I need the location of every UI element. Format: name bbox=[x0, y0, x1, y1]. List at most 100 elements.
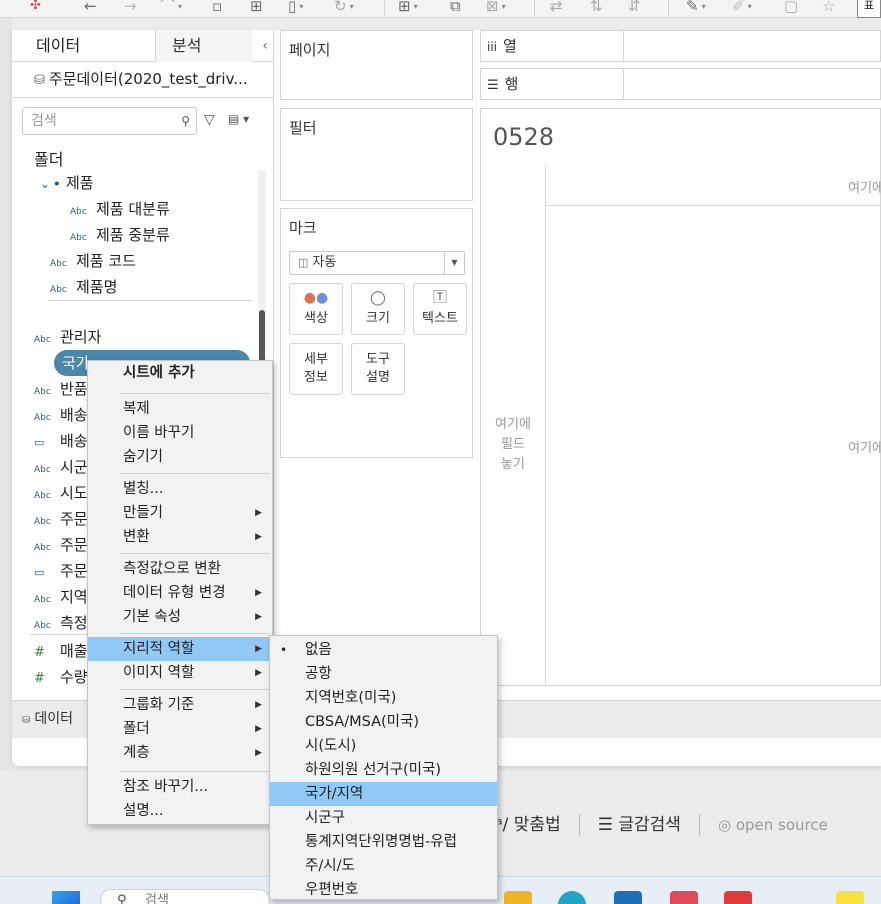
windows-start-icon[interactable] bbox=[52, 891, 80, 904]
field-item[interactable]: # 수량 bbox=[34, 666, 88, 688]
context-menu-item[interactable]: 이미지 역할 ▶ bbox=[88, 661, 272, 685]
field-item[interactable]: Abc 제품 중분류 bbox=[70, 224, 170, 246]
context-menu-item[interactable]: 만들기 ▶ bbox=[88, 501, 272, 525]
new-sheet-icon[interactable]: ▯ ▾ bbox=[288, 0, 303, 17]
refresh-icon[interactable]: ↻ ▾ bbox=[334, 0, 354, 17]
view-options-icon[interactable]: ▤ ▾ bbox=[228, 112, 249, 126]
collapse-pane-icon[interactable]: ‹ bbox=[262, 30, 268, 62]
geographic-role-option[interactable]: 하원의원 선거구(미국) bbox=[270, 758, 497, 782]
geographic-role-option[interactable]: 우편번호 bbox=[270, 878, 497, 902]
geographic-role-option[interactable]: 통계지역단위명명법-유럽 bbox=[270, 830, 497, 854]
detail-mark-button[interactable]: 세부 정보 bbox=[289, 343, 343, 395]
geographic-role-option[interactable]: 지역번호(미국) bbox=[270, 686, 497, 710]
file-explorer-icon[interactable] bbox=[504, 891, 532, 904]
mark-type-dropdown[interactable]: ◫ 자동 ▼ bbox=[289, 251, 465, 275]
context-menu-item[interactable]: 기본 속성 ▶ bbox=[88, 605, 272, 629]
datasource-item[interactable]: ⛁ 주문데이터(2020_test_driv... bbox=[34, 68, 248, 89]
opensource-button[interactable]: ◎ open source bbox=[718, 816, 828, 834]
tableau-logo-icon[interactable]: ✣ bbox=[30, 0, 41, 16]
field-item[interactable]: Abc 측정 bbox=[34, 612, 88, 634]
undo-icon[interactable]: ⌒ ▾ bbox=[160, 0, 182, 17]
geographic-role-option[interactable]: 국가/지역 bbox=[270, 782, 497, 806]
sheet-title[interactable]: 0528 bbox=[493, 123, 554, 151]
pages-shelf[interactable]: 페이지 bbox=[280, 30, 473, 100]
sort-asc-icon[interactable]: ⇅ bbox=[590, 0, 603, 16]
duplicate-icon[interactable]: ⧉ bbox=[450, 0, 461, 16]
field-search-input[interactable]: 검색 ⚲ bbox=[22, 107, 197, 135]
chevron-down-icon: ▼ bbox=[444, 252, 464, 274]
back-icon[interactable]: ← bbox=[84, 0, 97, 16]
edge-browser-icon[interactable] bbox=[558, 891, 586, 904]
tab-data[interactable]: 데이터 bbox=[12, 30, 156, 62]
context-menu-item[interactable]: 복제 bbox=[88, 397, 272, 421]
context-menu-item[interactable]: 숨기기 bbox=[88, 445, 272, 469]
context-menu-item[interactable]: 참조 바꾸기... bbox=[88, 775, 272, 799]
annotate-icon[interactable]: ▢ bbox=[784, 0, 798, 16]
field-item[interactable]: ▭ 배송 bbox=[34, 430, 88, 452]
geographic-role-option[interactable]: 주/시/도 bbox=[270, 854, 497, 878]
taskbar-search-input[interactable]: ⚲ 검색 bbox=[100, 889, 270, 904]
tab-analysis[interactable]: 분석 bbox=[156, 30, 252, 62]
field-item[interactable]: Abc 제품 코드 bbox=[50, 250, 136, 272]
sort-desc-icon[interactable]: ⇵ bbox=[628, 0, 641, 16]
geographic-role-option[interactable]: 시군구 bbox=[270, 806, 497, 830]
worksheet-view[interactable]: 0528 여기에 여기에 여기에 필드 놓기 bbox=[480, 108, 881, 686]
show-me-button[interactable]: 표 bbox=[857, 0, 881, 18]
field-item[interactable]: Abc 지역 bbox=[34, 586, 88, 608]
geographic-role-option[interactable]: 시(도시) bbox=[270, 734, 497, 758]
filters-shelf[interactable]: 필터 bbox=[280, 108, 473, 201]
pen-icon[interactable]: ✐ ▾ bbox=[732, 0, 752, 17]
field-item[interactable]: Abc 시군 bbox=[34, 456, 88, 478]
drop-field-hint-body: 여기에 bbox=[848, 441, 881, 456]
kakaotalk-icon[interactable] bbox=[836, 891, 864, 904]
submenu-arrow-icon: ▶ bbox=[255, 700, 262, 710]
context-menu-item[interactable]: 별칭... bbox=[88, 477, 272, 501]
size-mark-button[interactable]: ◯ 크기 bbox=[351, 283, 405, 335]
field-item[interactable]: Abc 주문 bbox=[34, 508, 88, 530]
highlight-icon[interactable]: ✎ ▾ bbox=[686, 0, 706, 17]
field-item[interactable]: Abc 배송 bbox=[34, 404, 88, 426]
context-menu-item[interactable]: 변환 ▶ bbox=[88, 525, 272, 549]
forward-icon[interactable]: → bbox=[124, 0, 137, 16]
field-item[interactable]: Abc 반품 bbox=[34, 378, 88, 400]
save-icon[interactable]: ▫ bbox=[212, 0, 222, 16]
rows-shelf[interactable]: ☰ 행 bbox=[480, 68, 881, 100]
geographic-role-option[interactable]: 공항 bbox=[270, 662, 497, 686]
context-menu-item[interactable]: 지리적 역할 ▶ bbox=[88, 637, 272, 661]
add-datasource-icon[interactable]: ⊞ bbox=[250, 0, 263, 16]
field-item[interactable]: Abc 관리자 bbox=[34, 326, 101, 348]
store-icon[interactable] bbox=[614, 891, 642, 904]
pin-icon[interactable]: ☆ bbox=[822, 0, 835, 16]
color-mark-button[interactable]: ●● 색상 bbox=[289, 283, 343, 335]
field-item[interactable]: ▭ 주문 bbox=[34, 560, 88, 582]
tooltip-mark-button[interactable]: 도구 설명 bbox=[351, 343, 405, 395]
field-item[interactable]: ⌄ ꔷ 제품 bbox=[40, 172, 94, 194]
context-menu-item[interactable]: 이름 바꾸기 bbox=[88, 421, 272, 445]
toolbar-separator bbox=[534, 0, 535, 16]
context-menu-item[interactable]: 그룹화 기준 ▶ bbox=[88, 693, 272, 717]
app-icon[interactable] bbox=[724, 891, 752, 904]
menu-item-label: 이미지 역할 bbox=[123, 665, 195, 681]
app-icon[interactable] bbox=[670, 891, 698, 904]
geographic-role-option[interactable]: • 없음 bbox=[270, 638, 497, 662]
field-item[interactable]: Abc 제품명 bbox=[50, 276, 117, 298]
field-item[interactable]: Abc 시도 bbox=[34, 482, 88, 504]
spellcheck-button[interactable]: ᵃ/ 맞춤법 bbox=[496, 810, 561, 835]
context-menu-item[interactable]: 설명... bbox=[88, 799, 272, 823]
context-menu-item[interactable]: 시트에 추가 bbox=[88, 361, 272, 385]
columns-shelf[interactable]: iii 열 bbox=[480, 30, 881, 62]
new-worksheet-icon[interactable]: ⊞ ▾ bbox=[398, 0, 418, 17]
field-item[interactable]: Abc 제품 대분류 bbox=[70, 198, 170, 220]
context-menu-item[interactable]: 측정값으로 변환 bbox=[88, 557, 272, 581]
geographic-role-option[interactable]: CBSA/MSA(미국) bbox=[270, 710, 497, 734]
field-item[interactable]: # 매출 bbox=[34, 640, 88, 662]
context-menu-item[interactable]: 폴더 ▶ bbox=[88, 717, 272, 741]
swap-icon[interactable]: ⇄ bbox=[550, 0, 563, 16]
filter-icon[interactable]: ▽ bbox=[204, 112, 215, 128]
material-search-button[interactable]: ☰ 글감검색 bbox=[598, 810, 681, 835]
clear-icon[interactable]: ⊠ ▾ bbox=[486, 0, 506, 17]
context-menu-item[interactable]: 계층 ▶ bbox=[88, 741, 272, 765]
text-mark-button[interactable]: 🅃 텍스트 bbox=[413, 283, 467, 335]
field-item[interactable]: Abc 주문 bbox=[34, 534, 88, 556]
context-menu-item[interactable]: 데이터 유형 변경 ▶ bbox=[88, 581, 272, 605]
